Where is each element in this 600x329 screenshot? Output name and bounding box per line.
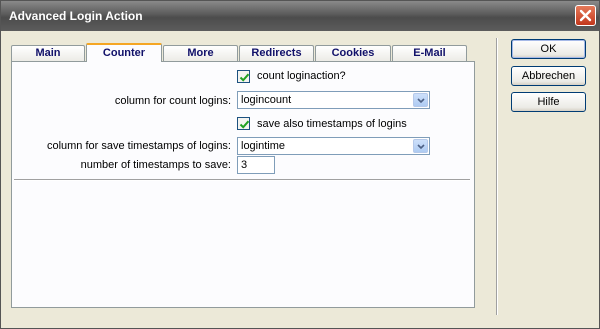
cancel-button[interactable]: Abbrechen: [511, 66, 586, 86]
tab-cookies[interactable]: Cookies: [315, 45, 391, 61]
count-loginaction-label: count loginaction?: [257, 70, 346, 82]
save-timestamps-checkbox[interactable]: [237, 117, 250, 130]
timestamps-number-input[interactable]: [237, 156, 275, 174]
close-icon: [579, 9, 592, 22]
timestamps-number-label: number of timestamps to save:: [80, 159, 231, 171]
title-bar[interactable]: Advanced Login Action: [1, 1, 599, 31]
timestamps-column-value: logintime: [241, 140, 286, 152]
timestamps-column-label: column for save timestamps of logins:: [46, 140, 231, 152]
count-column-label: column for count logins:: [114, 95, 231, 107]
timestamps-column-select[interactable]: logintime: [237, 137, 430, 155]
checkmark-icon: [239, 73, 250, 82]
save-timestamps-label: save also timestamps of logins: [257, 118, 407, 130]
divider: [14, 179, 470, 181]
chevron-down-icon: [417, 98, 425, 104]
help-button[interactable]: Hilfe: [511, 92, 586, 112]
ok-button[interactable]: OK: [511, 39, 586, 59]
tab-more[interactable]: More: [163, 45, 238, 61]
dropdown-arrow-button[interactable]: [413, 93, 428, 107]
count-column-value: logincount: [241, 94, 292, 106]
window-title: Advanced Login Action: [9, 9, 143, 23]
chevron-down-icon: [417, 144, 425, 150]
count-loginaction-checkbox[interactable]: [237, 70, 250, 83]
tab-main[interactable]: Main: [11, 45, 85, 61]
tab-email[interactable]: E-Mail: [392, 45, 467, 61]
dialog-window: Advanced Login Action Main Counter More …: [0, 0, 600, 329]
count-column-select[interactable]: logincount: [237, 91, 430, 109]
close-button[interactable]: [575, 5, 596, 26]
dropdown-arrow-button[interactable]: [413, 139, 428, 153]
tab-counter[interactable]: Counter: [86, 43, 162, 62]
vertical-divider: [496, 38, 498, 315]
counter-panel: count loginaction? column for count logi…: [11, 61, 475, 308]
tab-redirects[interactable]: Redirects: [239, 45, 314, 61]
checkmark-icon: [239, 120, 250, 129]
